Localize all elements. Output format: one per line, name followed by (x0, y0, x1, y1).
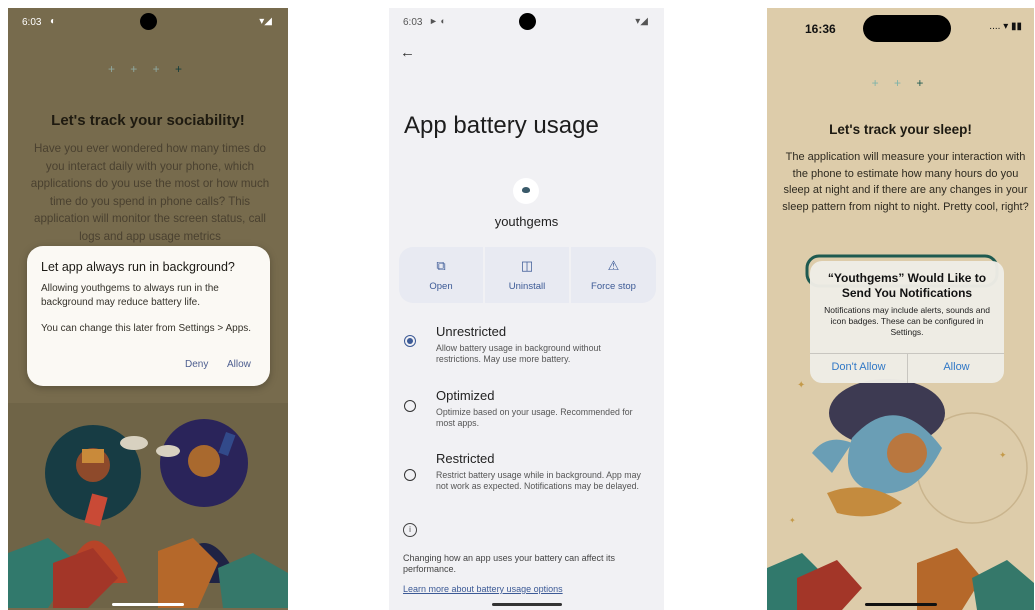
gesture-nav-bar[interactable] (491, 603, 562, 606)
uninstall-label: Uninstall (508, 281, 546, 292)
sparkle-icon: + + + (871, 76, 930, 90)
allow-button[interactable]: Allow (908, 361, 1004, 373)
wifi-signal-icon: ▾◢ (259, 16, 272, 27)
radio-selected[interactable] (404, 335, 416, 347)
learn-more-link[interactable]: Learn more about battery usage options (403, 584, 563, 594)
battery-footer-text: Changing how an app uses your battery ca… (403, 553, 615, 574)
home-indicator[interactable] (864, 603, 937, 606)
screen-title: Let's track your sleep! (829, 122, 972, 137)
deny-button[interactable]: Deny (185, 359, 208, 370)
option-title: Unrestricted (436, 324, 507, 339)
app-icon (513, 178, 539, 204)
force-stop-label: Force stop (591, 281, 636, 292)
dialog-message: Allowing youthgems to always run in the … (41, 283, 219, 308)
open-button[interactable]: ⧉ Open (399, 247, 483, 303)
wifi-signal-icon: ▾◢ (635, 16, 648, 27)
radio-unselected[interactable] (404, 400, 416, 412)
dialog-note: You can change this later from Settings … (41, 323, 252, 334)
alert-message: Notifications may include alerts, sounds… (824, 305, 990, 337)
radio-unselected[interactable] (404, 469, 416, 481)
force-stop-button[interactable]: ⚠ Force stop (571, 247, 656, 303)
status-time: 6:03 (22, 17, 42, 28)
status-circle-icon: ◐ (50, 16, 57, 27)
open-external-icon: ⧉ (436, 258, 446, 273)
status-bar: 6:03 ► ◐ ▾◢ (389, 8, 664, 36)
background-permission-dialog: Let app always run in background? Allowi… (27, 246, 270, 386)
status-time: 6:03 (403, 17, 423, 28)
app-actions: ⧉ Open ◫ Uninstall ⚠ Force stop (399, 247, 656, 303)
svg-text:✦: ✦ (789, 516, 796, 525)
notification-icons: ► ◐ (429, 16, 446, 26)
dialog-title: Let app always run in background? (41, 260, 235, 274)
screen-title: Let's track your sociability! (51, 112, 245, 129)
wifi-battery-icon: .... ▾ ▮▮ (989, 21, 1022, 32)
app-name: youthgems (494, 214, 559, 229)
dynamic-island (863, 15, 951, 42)
trash-icon: ◫ (520, 258, 534, 273)
status-bar: 16:36 .... ▾ ▮▮ (767, 8, 1034, 42)
option-description: Restrict battery usage while in backgrou… (436, 470, 641, 491)
alert-title: “Youthgems” Would Like to Send You Notif… (827, 271, 987, 300)
svg-text:✦: ✦ (797, 380, 805, 391)
camera-cutout (140, 13, 157, 30)
open-label: Open (429, 281, 453, 292)
info-icon: i (403, 523, 417, 537)
status-bar: 6:03 ◐ ▾◢ (8, 8, 288, 36)
back-arrow-icon[interactable]: ← (400, 44, 415, 61)
option-title: Optimized (436, 388, 495, 403)
option-description: Optimize based on your usage. Recommende… (436, 407, 633, 428)
option-description: Allow battery usage in background withou… (436, 343, 601, 364)
warning-icon: ⚠ (607, 258, 620, 273)
page-title: App battery usage (404, 112, 599, 139)
people-illustration (8, 403, 288, 608)
option-title: Restricted (436, 451, 495, 466)
phone-sleep-screen: 16:36 .... ▾ ▮▮ + + + Let's track your s… (767, 8, 1034, 610)
notification-permission-alert: “Youthgems” Would Like to Send You Notif… (810, 261, 1004, 383)
screen-description: The application will measure your intera… (782, 151, 1029, 213)
gesture-nav-bar[interactable] (112, 603, 184, 606)
camera-cutout (518, 13, 536, 30)
svg-text:✦: ✦ (999, 450, 1007, 460)
phone-battery-settings-screen: 6:03 ► ◐ ▾◢ ← App battery usage youthgem… (389, 8, 664, 610)
dont-allow-button[interactable]: Don't Allow (810, 361, 907, 373)
uninstall-button[interactable]: ◫ Uninstall (485, 247, 569, 303)
status-time: 16:36 (805, 22, 836, 36)
screen-description: Have you ever wondered how many times do… (30, 142, 270, 243)
allow-button[interactable]: Allow (227, 359, 251, 370)
sparkle-icon: + + + + (107, 62, 189, 76)
phone-sociability-screen: 6:03 ◐ ▾◢ + + + + Let's track your socia… (8, 8, 288, 610)
